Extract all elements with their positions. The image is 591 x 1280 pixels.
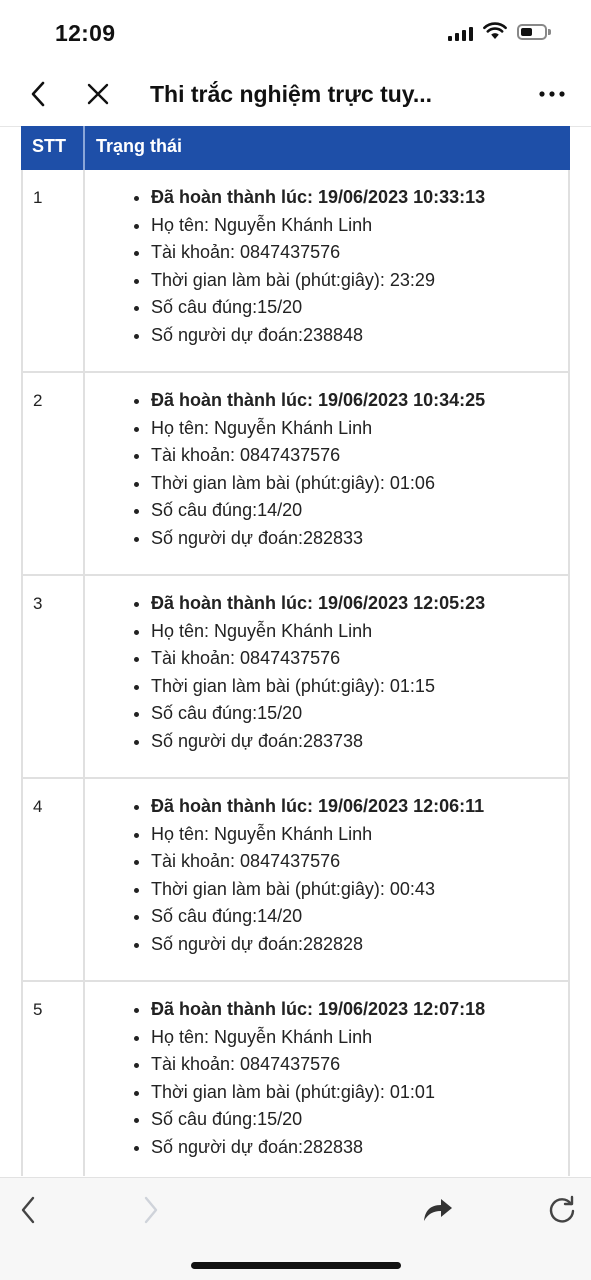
row-duration: Thời gian làm bài (phút:giây): 01:01 — [151, 1079, 568, 1107]
row-full-name: Họ tên: Nguyễn Khánh Linh — [151, 618, 568, 646]
row-predictor-count: Số người dự đoán:282828 — [151, 931, 568, 959]
status-list: Đã hoàn thành lúc: 19/06/2023 12:06:11Họ… — [85, 793, 568, 959]
row-stt: 1 — [23, 170, 85, 371]
row-status-cell: Đã hoàn thành lúc: 19/06/2023 12:07:18Họ… — [85, 982, 568, 1176]
close-icon — [87, 83, 109, 105]
row-correct-count: Số câu đúng:14/20 — [151, 497, 568, 525]
row-predictor-count: Số người dự đoán:283738 — [151, 728, 568, 756]
table-row: 1Đã hoàn thành lúc: 19/06/2023 10:33:13H… — [21, 170, 570, 373]
row-predictor-count: Số người dự đoán:282838 — [151, 1134, 568, 1162]
results-table: STT Trạng thái 1Đã hoàn thành lúc: 19/06… — [21, 126, 570, 1176]
row-account: Tài khoản: 0847437576 — [151, 1051, 568, 1079]
browser-page: 12:09 Thi trắc nghiệm trực tuy... STT Tr… — [0, 0, 591, 1280]
row-duration: Thời gian làm bài (phút:giây): 23:29 — [151, 267, 568, 295]
back-arrow-icon — [21, 1196, 35, 1224]
row-completed-time: Đã hoàn thành lúc: 19/06/2023 12:07:18 — [151, 996, 568, 1024]
row-duration: Thời gian làm bài (phút:giây): 00:43 — [151, 876, 568, 904]
row-status-cell: Đã hoàn thành lúc: 19/06/2023 10:34:25Họ… — [85, 373, 568, 574]
row-account: Tài khoản: 0847437576 — [151, 645, 568, 673]
more-options-button[interactable] — [534, 76, 570, 112]
table-row: 5Đã hoàn thành lúc: 19/06/2023 12:07:18H… — [21, 982, 570, 1176]
nav-bar: Thi trắc nghiệm trực tuy... — [0, 64, 591, 127]
table-row: 4Đã hoàn thành lúc: 19/06/2023 12:06:11H… — [21, 779, 570, 982]
status-list: Đã hoàn thành lúc: 19/06/2023 12:05:23Họ… — [85, 590, 568, 756]
signal-icon — [448, 27, 473, 41]
reload-icon — [549, 1195, 575, 1223]
row-full-name: Họ tên: Nguyễn Khánh Linh — [151, 821, 568, 849]
nav-back-button[interactable] — [20, 76, 56, 112]
share-icon — [424, 1199, 452, 1221]
row-status-cell: Đã hoàn thành lúc: 19/06/2023 12:06:11Họ… — [85, 779, 568, 980]
row-completed-time: Đã hoàn thành lúc: 19/06/2023 12:06:11 — [151, 793, 568, 821]
row-full-name: Họ tên: Nguyễn Khánh Linh — [151, 1024, 568, 1052]
home-indicator — [191, 1262, 401, 1269]
row-full-name: Họ tên: Nguyễn Khánh Linh — [151, 415, 568, 443]
row-full-name: Họ tên: Nguyễn Khánh Linh — [151, 212, 568, 240]
browser-back-button[interactable] — [8, 1190, 48, 1230]
row-stt: 2 — [23, 373, 85, 574]
row-correct-count: Số câu đúng:15/20 — [151, 1106, 568, 1134]
table-row: 3Đã hoàn thành lúc: 19/06/2023 12:05:23H… — [21, 576, 570, 779]
browser-forward-button[interactable] — [131, 1190, 171, 1230]
nav-close-button[interactable] — [80, 76, 116, 112]
forward-arrow-icon — [144, 1196, 158, 1224]
row-completed-time: Đã hoàn thành lúc: 19/06/2023 10:33:13 — [151, 184, 568, 212]
status-list: Đã hoàn thành lúc: 19/06/2023 12:07:18Họ… — [85, 996, 568, 1162]
row-stt: 5 — [23, 982, 85, 1176]
row-correct-count: Số câu đúng:15/20 — [151, 294, 568, 322]
row-stt: 4 — [23, 779, 85, 980]
wifi-icon — [483, 22, 507, 39]
chevron-left-icon — [31, 81, 45, 107]
share-button[interactable] — [418, 1190, 458, 1230]
status-list: Đã hoàn thành lúc: 19/06/2023 10:33:13Họ… — [85, 184, 568, 350]
status-time: 12:09 — [55, 20, 116, 46]
table-body: 1Đã hoàn thành lúc: 19/06/2023 10:33:13H… — [21, 170, 570, 1176]
row-account: Tài khoản: 0847437576 — [151, 848, 568, 876]
row-predictor-count: Số người dự đoán:282833 — [151, 525, 568, 553]
more-icon — [539, 91, 565, 97]
row-status-cell: Đã hoàn thành lúc: 19/06/2023 10:33:13Họ… — [85, 170, 568, 371]
row-predictor-count: Số người dự đoán:238848 — [151, 322, 568, 350]
row-completed-time: Đã hoàn thành lúc: 19/06/2023 10:34:25 — [151, 387, 568, 415]
row-completed-time: Đã hoàn thành lúc: 19/06/2023 12:05:23 — [151, 590, 568, 618]
row-account: Tài khoản: 0847437576 — [151, 442, 568, 470]
row-status-cell: Đã hoàn thành lúc: 19/06/2023 12:05:23Họ… — [85, 576, 568, 777]
reload-button[interactable] — [542, 1190, 582, 1230]
row-stt: 3 — [23, 576, 85, 777]
status-list: Đã hoàn thành lúc: 19/06/2023 10:34:25Họ… — [85, 387, 568, 553]
column-header-stt: STT — [21, 126, 85, 170]
status-bar: 12:09 — [0, 0, 591, 64]
battery-cap — [548, 29, 551, 35]
table-header: STT Trạng thái — [21, 126, 570, 170]
row-account: Tài khoản: 0847437576 — [151, 239, 568, 267]
column-header-status: Trạng thái — [96, 136, 183, 156]
row-duration: Thời gian làm bài (phút:giây): 01:15 — [151, 673, 568, 701]
row-duration: Thời gian làm bài (phút:giây): 01:06 — [151, 470, 568, 498]
battery-icon — [517, 24, 547, 40]
row-correct-count: Số câu đúng:15/20 — [151, 700, 568, 728]
row-correct-count: Số câu đúng:14/20 — [151, 903, 568, 931]
page-title: Thi trắc nghiệm trực tuy... — [150, 81, 433, 107]
table-row: 2Đã hoàn thành lúc: 19/06/2023 10:34:25H… — [21, 373, 570, 576]
